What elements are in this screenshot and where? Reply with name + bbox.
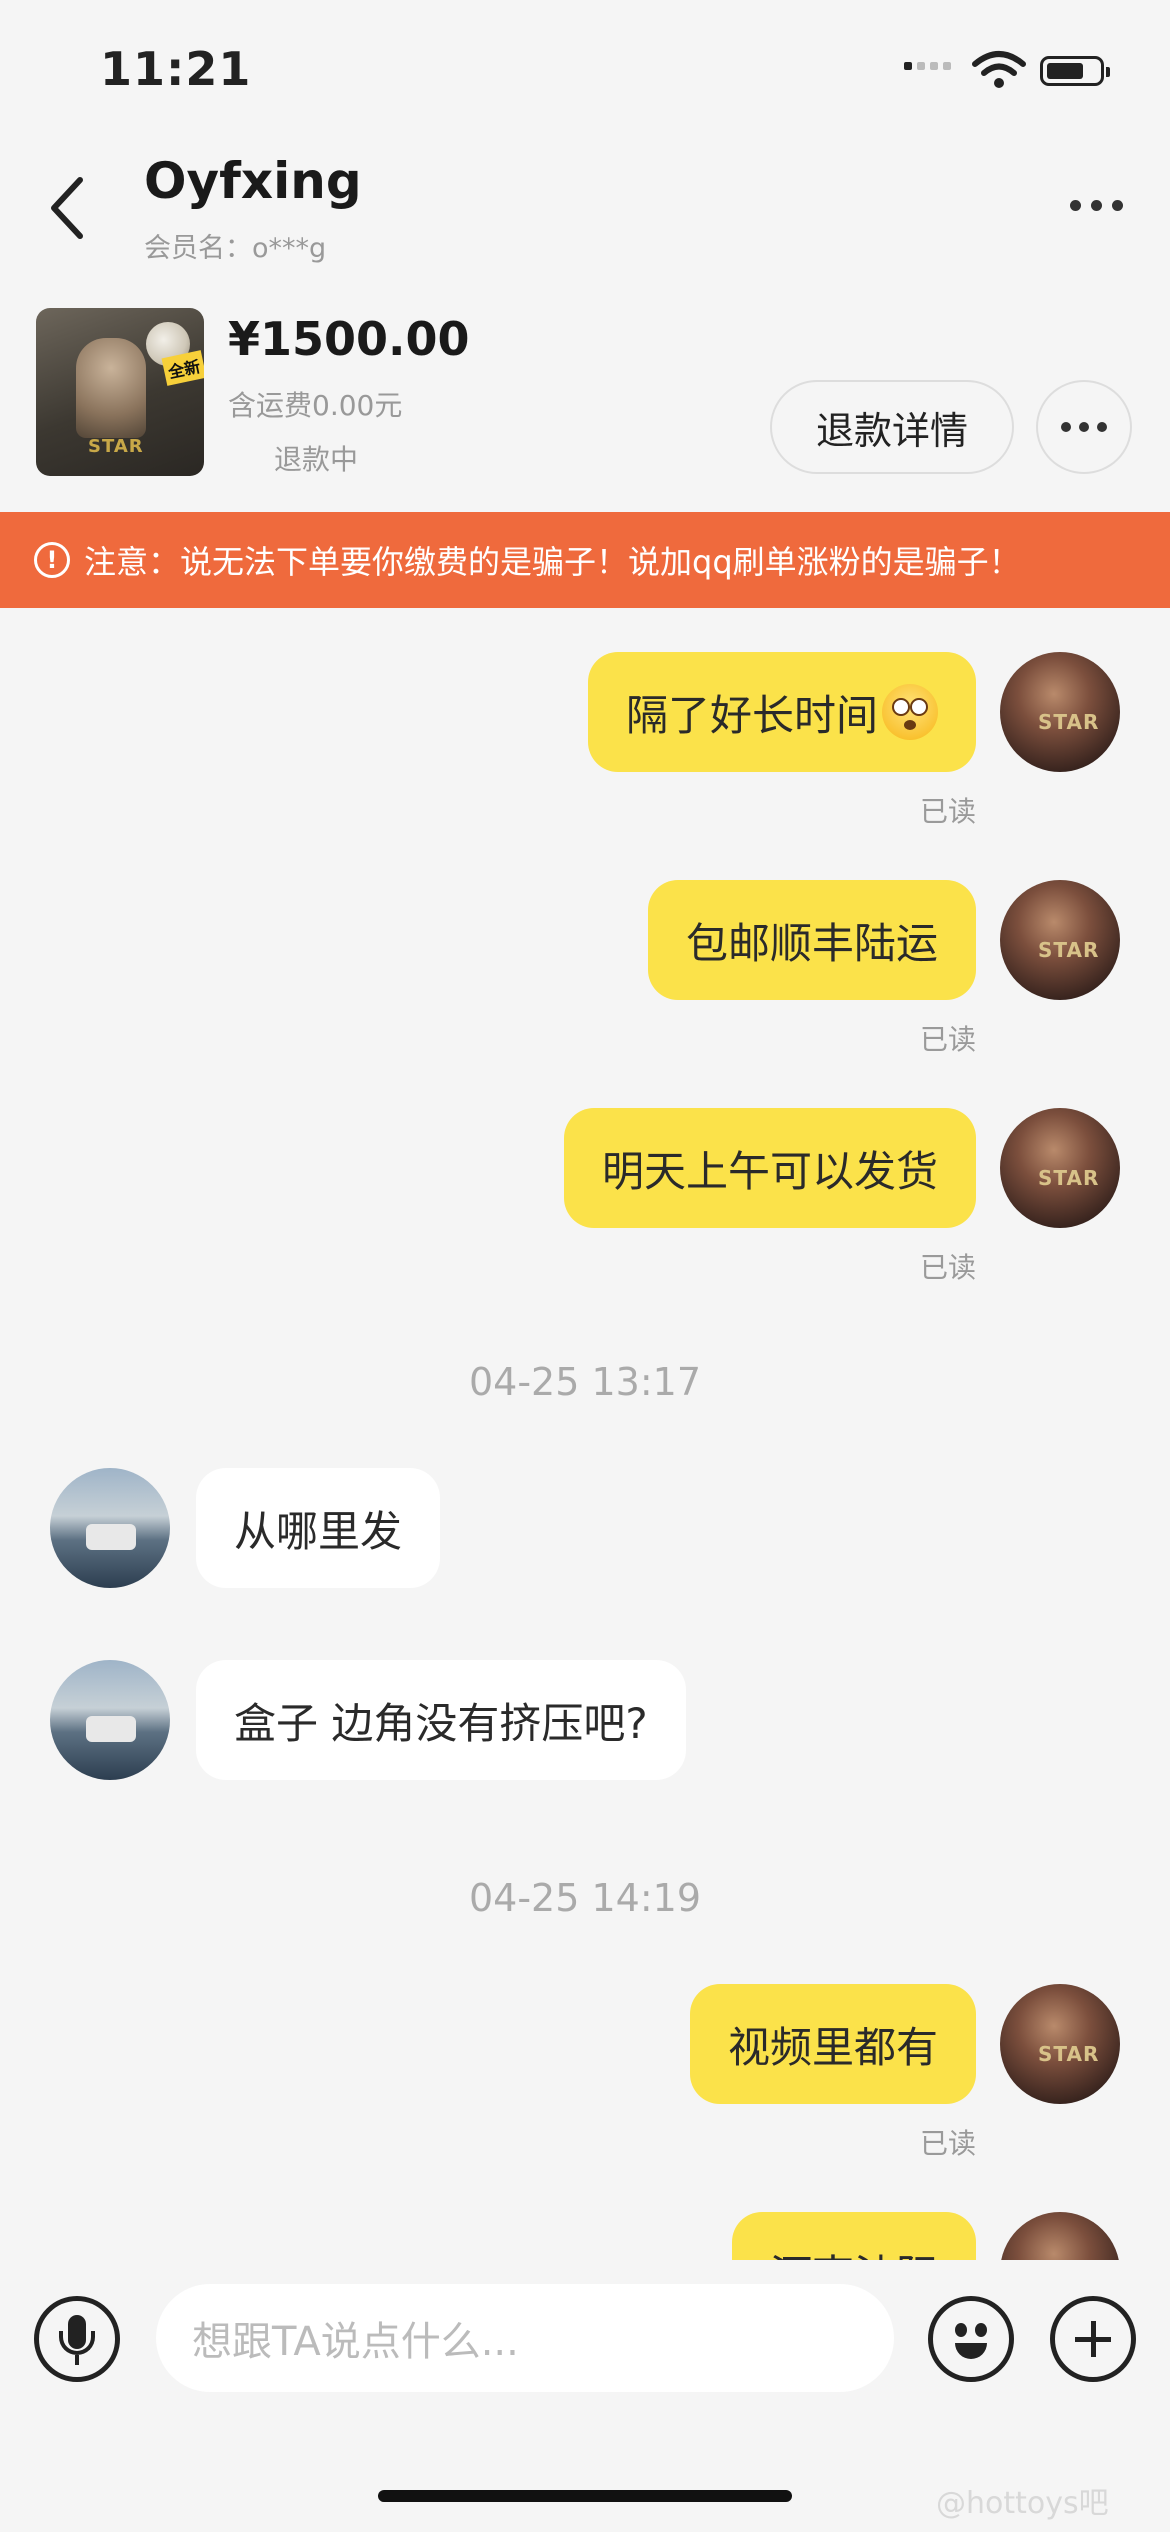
microphone-icon[interactable] [34,2296,120,2382]
my-avatar[interactable]: STAR [1000,1108,1120,1228]
back-icon[interactable] [40,168,100,248]
read-receipt: 已读 [919,2127,976,2160]
message-list[interactable]: STAR 隔了好长时间 已读 STAR 包邮顺丰陆运 已读 STAR 明天上午可… [0,608,1170,2260]
scam-warning-banner: ! 注意：说无法下单要你缴费的是骗子！说加qq刷单涨粉的是骗子！ [0,512,1170,608]
timestamp-divider: 04-25 13:17 [468,1360,701,1404]
message-bubble-received[interactable]: 从哪里发 [196,1468,441,1588]
message-bubble-sent[interactable]: 包邮顺丰陆运 [647,880,976,1000]
plus-icon[interactable] [1050,2296,1136,2382]
message-bubble-sent[interactable]: 视频里都有 [689,1984,976,2104]
flushed-face-icon [882,684,938,740]
my-avatar[interactable]: STAR [1000,880,1120,1000]
chat-screen: 11:21 Oyfxing 会员名：o***g 全新 STAR ¥1500.00… [0,0,1170,2532]
battery-icon [1040,56,1110,86]
message-bubble-sent[interactable]: 隔了好长时间 [587,652,976,772]
chat-title: Oyfxing [144,152,362,210]
product-thumbnail[interactable]: 全新 STAR [36,308,204,476]
message-bubble-sent[interactable]: 明天上午可以发货 [563,1108,976,1228]
my-avatar[interactable]: STAR [1000,1984,1120,2104]
home-indicator[interactable] [378,2490,792,2502]
warning-text: 注意：说无法下单要你缴费的是骗子！说加qq刷单涨粉的是骗子！ [84,543,1021,581]
message-bubble-received[interactable]: 盒子 边角没有挤压吧? [196,1660,686,1780]
message-input[interactable]: 想跟TA说点什么... [156,2284,894,2392]
timestamp-divider: 04-25 14:19 [468,1876,701,1920]
watermark: @hottoys吧 [936,2486,1109,2521]
emoji-icon[interactable] [928,2296,1014,2382]
read-receipt: 已读 [919,795,976,828]
read-receipt: 已读 [919,1023,976,1056]
my-avatar[interactable]: STAR [1000,652,1120,772]
refund-status: 退款中 [274,443,359,476]
contact-avatar[interactable] [50,1660,170,1780]
product-price: ¥1500.00 [228,312,470,366]
warning-icon: ! [34,542,70,578]
my-avatar[interactable]: STAR [1000,2212,1120,2260]
refund-details-button[interactable]: 退款详情 [770,380,1014,474]
thumbnail-logo: STAR [88,436,144,457]
status-bar: 11:21 [0,0,1170,140]
read-receipt: 已读 [919,1251,976,1284]
product-more-button[interactable] [1036,380,1132,474]
cellular-signal-icon [904,62,951,70]
member-name: 会员名：o***g [144,233,327,264]
shipping-fee: 含运费0.00元 [228,389,403,422]
status-time: 11:21 [100,42,252,96]
wifi-icon [972,51,1026,88]
contact-avatar[interactable] [50,1468,170,1588]
message-bubble-sent[interactable]: 河南油阳 [731,2212,976,2260]
more-options-icon[interactable] [1056,180,1136,230]
